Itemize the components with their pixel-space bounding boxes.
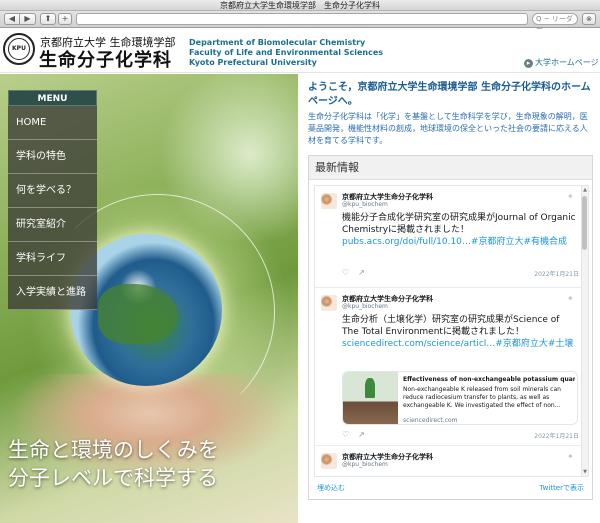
menu-item-features[interactable]: 学科の特色 <box>8 140 97 174</box>
card-domain: sciencedirect.com <box>403 417 458 424</box>
english-department: Department of Biomolecular Chemistry <box>189 38 366 47</box>
card-title: Effectiveness of non-exchangeable potass… <box>403 376 575 383</box>
card-description: Non-exchangeable K released from soil mi… <box>403 386 561 409</box>
tweet-date[interactable]: 2022年1月21日 <box>534 431 579 440</box>
forward-button[interactable]: ▶ <box>20 13 36 25</box>
tweet-body: 機能分子合成化学研究室の研究成果がJournal of Organic Chem… <box>342 213 576 235</box>
twitter-bird-icon[interactable]: ✦ <box>567 294 574 303</box>
plant-image <box>365 378 375 398</box>
english-university: Kyoto Prefectural University <box>189 58 317 67</box>
news-panel: 最新情報 京都府立大学生命分子化学科 @kpu_biochem ✦ 機能分子合成… <box>308 155 593 500</box>
menu-item-home[interactable]: HOME <box>8 106 97 140</box>
tagline-line-2: 分子レベルで科学する <box>8 466 218 490</box>
menu-item-labs[interactable]: 研究室紹介 <box>8 208 97 242</box>
card-thumbnail <box>343 372 398 424</box>
logo-text: KPU <box>8 38 30 60</box>
hero-tagline: 生命と環境のしくみを 分子レベルで科学する <box>8 436 219 492</box>
arrow-right-icon: ▸ <box>524 59 533 68</box>
university-home-label: 大学ホームページ <box>535 58 599 67</box>
share-icon[interactable]: ↗ <box>358 430 365 439</box>
side-menu: MENU HOME 学科の特色 何を学べる？ 研究室紹介 学科ライフ 入学実績と… <box>8 90 97 310</box>
feed-footer: 埋め込む Twitterで表示 <box>309 478 592 498</box>
english-name-block: Department of Biomolecular Chemistry Fac… <box>189 38 383 68</box>
welcome-body: 生命分子化学科は「化学」を基盤として生命科学を学び，生命現象の解明，医薬品開発，… <box>308 112 588 145</box>
like-icon[interactable]: ♡ <box>342 268 349 277</box>
feed-scrollbar[interactable]: ▲ ▼ <box>581 186 588 476</box>
new-tab-button[interactable]: + <box>58 13 72 25</box>
menu-heading: MENU <box>8 90 97 106</box>
twitter-bird-icon[interactable]: ✦ <box>567 192 574 201</box>
tweet-link[interactable]: pubs.acs.org/doi/full/10.10…#京都府立大#有機合成 <box>342 237 567 247</box>
browser-toolbar: ◀ ▶ ⬆ + Q ~ リーダー ⊗ <box>0 11 600 33</box>
twitter-bird-icon[interactable]: ✦ <box>567 452 574 461</box>
menu-item-life[interactable]: 学科ライフ <box>8 242 97 276</box>
tweet-handle[interactable]: @kpu_biochem <box>342 201 388 208</box>
tweet-handle[interactable]: @kpu_biochem <box>342 461 388 468</box>
hero-image: MENU HOME 学科の特色 何を学べる？ 研究室紹介 学科ライフ 入学実績と… <box>0 74 298 523</box>
view-on-twitter-link[interactable]: Twitterで表示 <box>540 478 584 498</box>
share-button[interactable]: ⬆ <box>40 13 56 25</box>
link-card[interactable]: Effectiveness of non-exchangeable potass… <box>342 371 578 425</box>
tweet-actions: ♡ ↗ <box>342 268 374 277</box>
address-bar[interactable] <box>76 13 528 25</box>
tweet[interactable]: 京都府立大学生命分子化学科 @kpu_biochem ✦ <box>315 446 581 476</box>
avatar[interactable] <box>321 295 337 311</box>
scroll-down-icon[interactable]: ▼ <box>583 469 587 475</box>
site-header: KPU 京都府立大学 生命環境学部 生命分子化学科 Department of … <box>0 29 600 73</box>
department-name[interactable]: 生命分子化学科 <box>39 46 172 72</box>
twitter-feed[interactable]: 京都府立大学生命分子化学科 @kpu_biochem ✦ 機能分子合成化学研究室… <box>314 185 589 477</box>
university-logo[interactable]: KPU <box>3 33 35 65</box>
tweet[interactable]: 京都府立大学生命分子化学科 @kpu_biochem ✦ 機能分子合成化学研究室… <box>315 186 581 288</box>
avatar[interactable] <box>321 453 337 469</box>
tweet-handle[interactable]: @kpu_biochem <box>342 303 388 310</box>
like-icon[interactable]: ♡ <box>342 430 349 439</box>
window-title: 京都府立大学生命環境学部 生命分子化学科 <box>0 0 600 11</box>
tagline-line-1: 生命と環境のしくみを <box>8 438 219 462</box>
english-faculty: Faculty of Life and Environmental Scienc… <box>189 48 384 57</box>
avatar[interactable] <box>321 193 337 209</box>
tweet[interactable]: 京都府立大学生命分子化学科 @kpu_biochem ✦ 生命分析（土壌化学）研… <box>315 288 581 446</box>
scroll-up-icon[interactable]: ▲ <box>583 187 587 193</box>
menu-item-admission-career[interactable]: 入学実績と進路 <box>8 276 97 310</box>
scroll-thumb[interactable] <box>582 196 587 250</box>
share-icon[interactable]: ↗ <box>358 268 365 277</box>
menu-item-what-to-learn[interactable]: 何を学べる？ <box>8 174 97 208</box>
tweet-text: 機能分子合成化学研究室の研究成果がJournal of Organic Chem… <box>342 212 578 248</box>
tweet-actions: ♡ ↗ <box>342 430 374 439</box>
search-field[interactable]: Q ~ リーダー <box>532 13 578 33</box>
embed-link[interactable]: 埋め込む <box>317 478 345 498</box>
tweet-body: 生命分析（土壌化学）研究室の研究成果がScience of The Total … <box>342 315 560 337</box>
welcome-title: ようこそ，京都府立大学生命環境学部 生命分子化学科のホームページへ。 <box>308 82 591 107</box>
tweet-date[interactable]: 2022年1月21日 <box>534 269 579 278</box>
back-button[interactable]: ◀ <box>4 13 20 25</box>
tweet-text: 生命分析（土壌化学）研究室の研究成果がScience of The Total … <box>342 314 578 350</box>
stop-button[interactable]: ⊗ <box>582 13 596 25</box>
tweet-link[interactable]: sciencedirect.com/science/articl…#京都府立大#… <box>342 339 573 349</box>
news-heading: 最新情報 <box>309 156 592 180</box>
university-home-link[interactable]: ▸ 大学ホームページ <box>524 57 599 68</box>
